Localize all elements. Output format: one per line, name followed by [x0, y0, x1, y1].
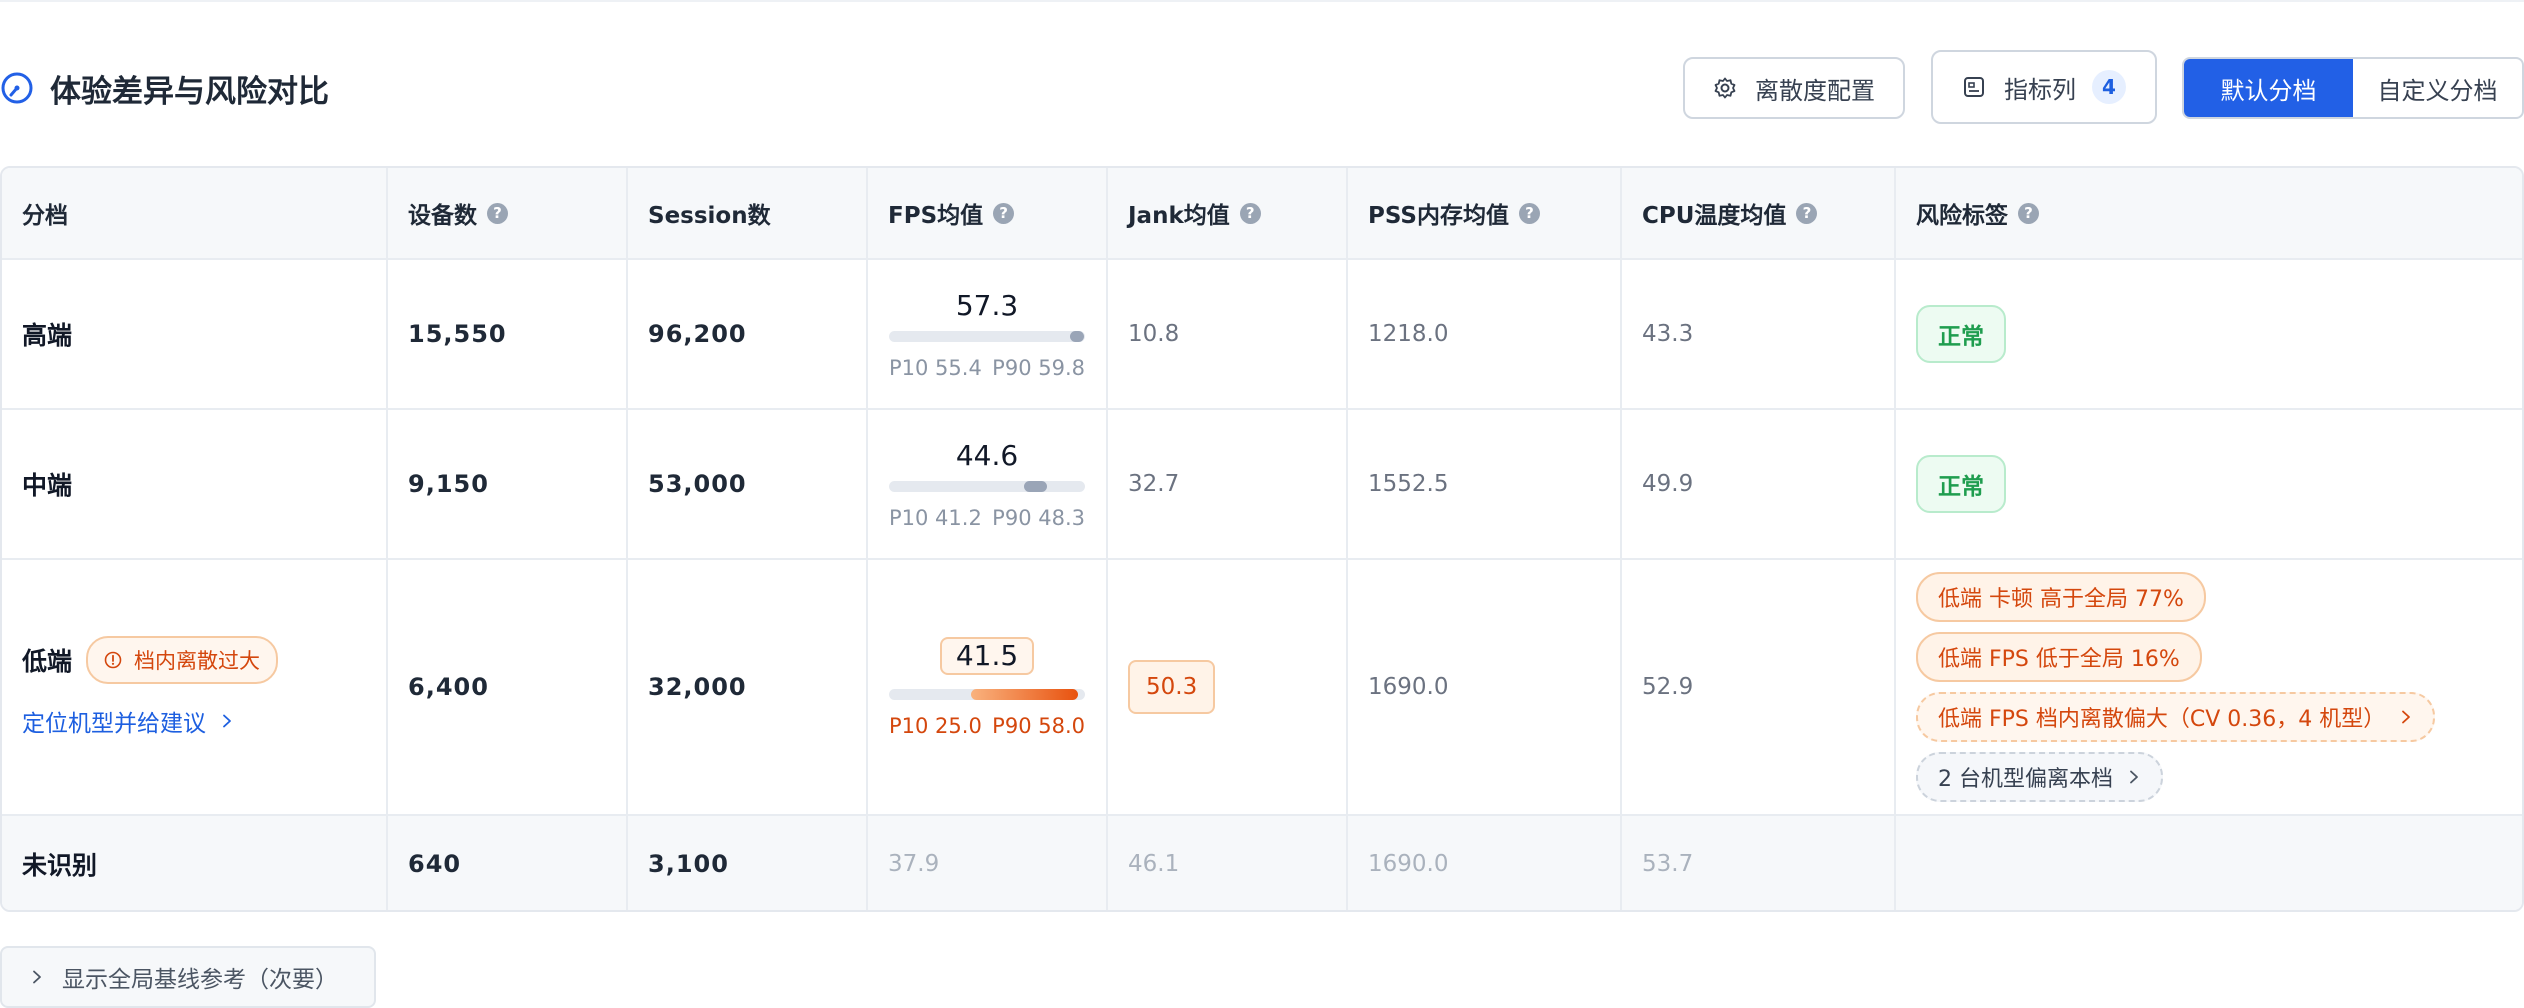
comparison-table: 分档 设备数? Session数 FPS均值? Jank均值? PSS内存均值?… [0, 166, 2524, 912]
custom-tier-tab[interactable]: 自定义分档 [2353, 59, 2522, 117]
fps-distribution: 41.5 P10 25.0 P90 58.0 [889, 636, 1085, 738]
pss-average: 1690.0 [1368, 674, 1449, 700]
section-header: 体验差异与风险对比 [0, 68, 329, 110]
device-count: 15,550 [408, 320, 507, 348]
risk-tag-jank: 低端 卡顿 高于全局 77% [1916, 572, 2206, 622]
table-row: 中端 9,150 53,000 44.6 P10 41.2 P90 48.3 32… [2, 410, 2522, 560]
column-header: Jank均值? [1108, 168, 1348, 258]
gauge-icon [1, 72, 33, 104]
risk-tag-list: 低端 卡顿 高于全局 77% 低端 FPS 低于全局 16% 低端 FPS 档内… [1916, 572, 2436, 802]
jank-average: 32.7 [1128, 471, 1180, 497]
column-header: CPU温度均值? [1622, 168, 1896, 258]
session-count: 96,200 [648, 320, 747, 348]
fps-average: 57.3 [955, 288, 1019, 322]
risk-tag-fps: 低端 FPS 低于全局 16% [1916, 632, 2202, 682]
device-count: 9,150 [408, 470, 489, 498]
chevron-right-icon [2402, 710, 2411, 724]
fps-range-bar [1023, 480, 1047, 492]
dispersion-config-button[interactable]: 离散度配置 [1683, 57, 1905, 119]
column-header: 风险标签? [1896, 168, 2522, 258]
metric-columns-button[interactable]: 指标列 4 [1931, 50, 2157, 124]
fps-p90: P90 48.3 [992, 505, 1085, 530]
fps-distribution: 57.3 P10 55.4 P90 59.8 [889, 289, 1085, 380]
tier-name: 中端 [22, 471, 73, 500]
session-count: 3,100 [648, 850, 729, 878]
help-icon[interactable]: ? [1518, 202, 1540, 224]
tier-name: 高端 [22, 321, 73, 350]
deviating-models-tag[interactable]: 2 台机型偏离本档 [1916, 752, 2163, 802]
locate-models-link[interactable]: 定位机型并给建议 [22, 704, 278, 738]
default-tier-tab[interactable]: 默认分档 [2184, 59, 2353, 117]
help-icon[interactable]: ? [993, 202, 1015, 224]
help-icon[interactable]: ? [1796, 202, 1818, 224]
device-count: 640 [408, 850, 462, 878]
show-baseline-label: 显示全局基线参考（次要） [62, 967, 338, 993]
column-header: Session数 [628, 168, 868, 258]
jank-average: 46.1 [1128, 851, 1180, 877]
device-count: 6,400 [408, 673, 489, 701]
column-header: 分档 [2, 168, 388, 258]
help-icon[interactable]: ? [487, 202, 508, 224]
locate-models-label: 定位机型并给建议 [22, 711, 206, 737]
help-icon[interactable]: ? [1239, 202, 1261, 224]
chevron-right-icon [33, 970, 41, 984]
fps-average: 37.9 [888, 851, 940, 877]
table-row: 未识别 640 3,100 37.9 46.1 1690.0 53.7 [2, 816, 2522, 910]
risk-cell-empty [1896, 816, 2522, 910]
fps-distribution: 44.6 P10 41.2 P90 48.3 [889, 439, 1085, 530]
session-count: 53,000 [648, 470, 747, 498]
tier-mode-switch: 默认分档 自定义分档 [2182, 57, 2524, 119]
pss-average: 1218.0 [1368, 321, 1449, 347]
fps-range-track [889, 688, 1085, 700]
risk-tag-normal: 正常 [1916, 455, 2006, 513]
pss-average: 1690.0 [1368, 851, 1449, 877]
gear-icon [1714, 77, 1736, 99]
metric-columns-label: 指标列 [2004, 75, 2076, 104]
fps-range-bar [970, 688, 1079, 700]
fps-p10: P10 55.4 [889, 355, 982, 380]
table-row: 低端 档内离散过大 定位机型并给建议 6,400 32,000 41.5 P10… [2, 560, 2522, 816]
dispersion-warning-badge: 档内离散过大 [86, 636, 279, 684]
fps-range-track [889, 330, 1085, 342]
show-baseline-toggle[interactable]: 显示全局基线参考（次要） [0, 946, 376, 1008]
column-header: FPS均值? [868, 168, 1108, 258]
risk-tag-dispersion-label: 低端 FPS 档内离散偏大（CV 0.36，4 机型） [1938, 707, 2386, 732]
pss-average: 1552.5 [1368, 471, 1449, 497]
page-title: 体验差异与风险对比 [50, 73, 329, 110]
chevron-right-icon [2130, 770, 2138, 784]
session-count: 32,000 [648, 673, 747, 701]
column-header: 设备数? [388, 168, 628, 258]
fps-p90: P90 58.0 [992, 713, 1085, 738]
risk-tag-dispersion[interactable]: 低端 FPS 档内离散偏大（CV 0.36，4 机型） [1916, 692, 2436, 742]
cpu-temp-average: 52.9 [1642, 674, 1694, 700]
chevron-right-icon [223, 714, 231, 728]
fps-p90: P90 59.8 [992, 355, 1085, 380]
cpu-temp-average: 53.7 [1642, 851, 1694, 877]
top-divider [0, 0, 2524, 2]
jank-average: 10.8 [1128, 321, 1180, 347]
dispersion-config-label: 离散度配置 [1755, 76, 1875, 105]
fps-average: 44.6 [955, 438, 1019, 472]
tier-name: 低端 [22, 647, 73, 676]
help-icon[interactable]: ? [2018, 202, 2039, 224]
metric-count-badge: 4 [2092, 70, 2126, 104]
table-header-row: 分档 设备数? Session数 FPS均值? Jank均值? PSS内存均值?… [2, 168, 2522, 260]
alert-circle-icon [104, 651, 122, 669]
cpu-temp-average: 43.3 [1642, 321, 1694, 347]
cpu-temp-average: 49.9 [1642, 471, 1694, 497]
fps-range-bar [1069, 330, 1085, 342]
tier-name: 未识别 [22, 851, 98, 880]
risk-tag-normal: 正常 [1916, 305, 2006, 363]
dispersion-warning-label: 档内离散过大 [134, 649, 261, 673]
fps-range-track [889, 480, 1085, 492]
fps-p10: P10 41.2 [889, 505, 982, 530]
column-header: PSS内存均值? [1348, 168, 1622, 258]
jank-average-highlight: 50.3 [1128, 660, 1216, 714]
fps-p10: P10 25.0 [889, 713, 982, 738]
table-row: 高端 15,550 96,200 57.3 P10 55.4 P90 59.8 1… [2, 260, 2522, 410]
fps-average: 41.5 [939, 636, 1035, 675]
deviating-models-label: 2 台机型偏离本档 [1938, 767, 2113, 792]
columns-icon [1964, 77, 1984, 97]
